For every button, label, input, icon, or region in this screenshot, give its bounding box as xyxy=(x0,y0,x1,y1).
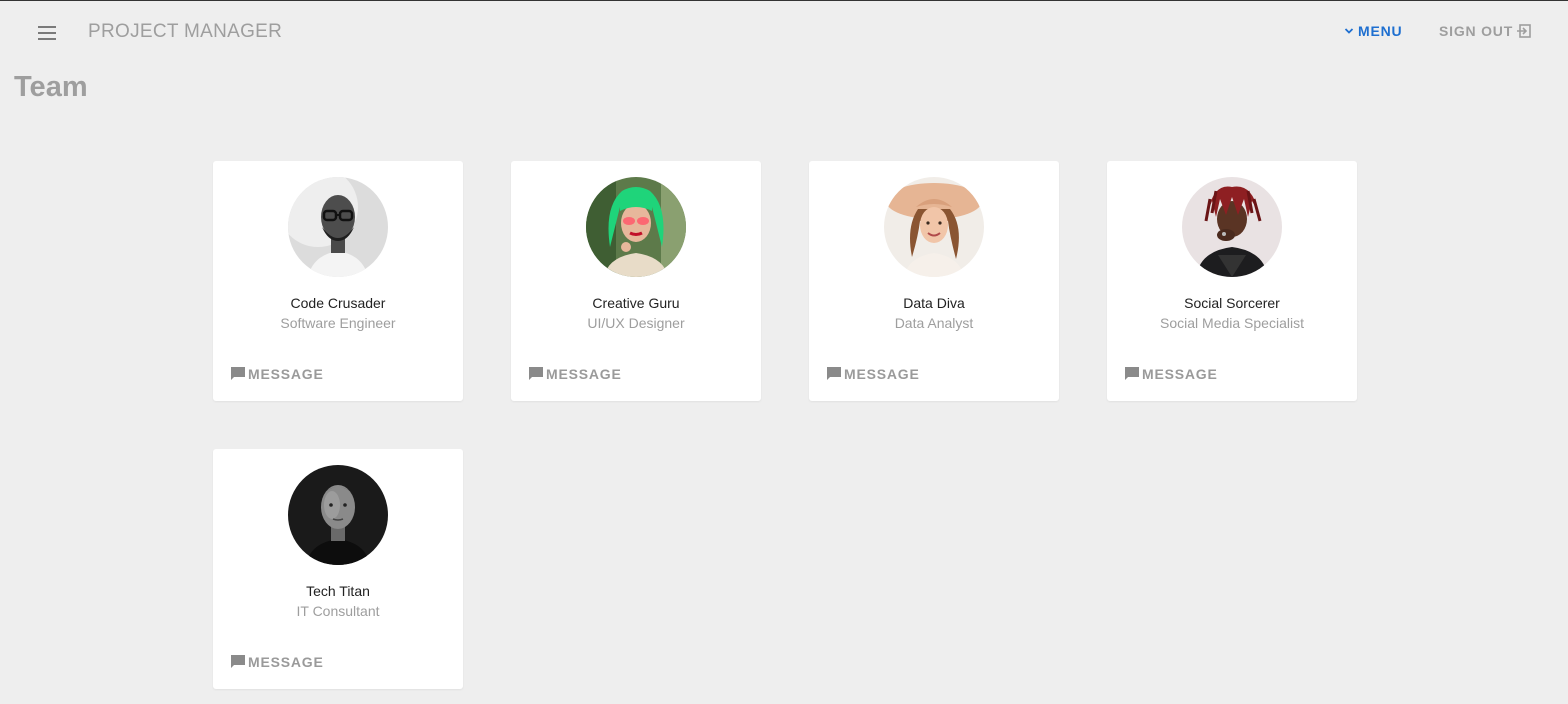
member-name: Creative Guru xyxy=(592,295,680,311)
message-button[interactable]: MESSAGE xyxy=(1124,366,1218,382)
member-name: Tech Titan xyxy=(306,583,370,599)
chat-icon xyxy=(231,655,245,668)
team-member-card: Social Sorcerer Social Media Specialist … xyxy=(1107,161,1357,401)
message-button[interactable]: MESSAGE xyxy=(826,366,920,382)
avatar xyxy=(1182,177,1282,277)
page-title: Team xyxy=(14,71,88,103)
avatar xyxy=(288,177,388,277)
sign-out-button[interactable]: SIGN OUT xyxy=(1439,23,1532,39)
person-photo-icon xyxy=(288,177,388,277)
menu-button-label: MENU xyxy=(1358,23,1403,39)
message-button[interactable]: MESSAGE xyxy=(230,366,324,382)
member-role: Software Engineer xyxy=(280,315,396,331)
person-photo-icon xyxy=(1182,177,1282,277)
member-role: UI/UX Designer xyxy=(587,315,685,331)
member-name: Social Sorcerer xyxy=(1184,295,1280,311)
chat-icon xyxy=(529,367,543,380)
member-role: Social Media Specialist xyxy=(1160,315,1304,331)
menu-button[interactable]: MENU xyxy=(1344,23,1402,39)
hamburger-menu-icon[interactable] xyxy=(36,23,58,43)
member-name: Data Diva xyxy=(903,295,965,311)
message-button-label: MESSAGE xyxy=(1142,366,1218,382)
app-title: PROJECT MANAGER xyxy=(88,21,283,42)
sign-out-label: SIGN OUT xyxy=(1439,23,1514,39)
chat-icon xyxy=(827,367,841,380)
avatar xyxy=(884,177,984,277)
app-bar: PROJECT MANAGER MENU SIGN OUT xyxy=(0,1,1568,63)
message-button-label: MESSAGE xyxy=(844,366,920,382)
team-member-card: Tech Titan IT Consultant MESSAGE xyxy=(213,449,463,689)
member-role: IT Consultant xyxy=(296,603,380,619)
chat-icon xyxy=(1125,367,1139,380)
person-photo-icon xyxy=(884,177,984,277)
message-button[interactable]: MESSAGE xyxy=(528,366,622,382)
avatar xyxy=(288,465,388,565)
team-member-card: Data Diva Data Analyst MESSAGE xyxy=(809,161,1059,401)
team-member-card: Creative Guru UI/UX Designer MESSAGE xyxy=(511,161,761,401)
person-photo-icon xyxy=(586,177,686,277)
avatar xyxy=(586,177,686,277)
message-button-label: MESSAGE xyxy=(248,366,324,382)
chat-icon xyxy=(231,367,245,380)
logout-icon xyxy=(1517,24,1531,38)
message-button[interactable]: MESSAGE xyxy=(230,654,324,670)
team-member-card: Code Crusader Software Engineer MESSAGE xyxy=(213,161,463,401)
chevron-down-icon xyxy=(1344,28,1354,34)
member-role: Data Analyst xyxy=(894,315,974,331)
member-name: Code Crusader xyxy=(290,295,386,311)
person-photo-icon xyxy=(288,465,388,565)
message-button-label: MESSAGE xyxy=(248,654,324,670)
message-button-label: MESSAGE xyxy=(546,366,622,382)
